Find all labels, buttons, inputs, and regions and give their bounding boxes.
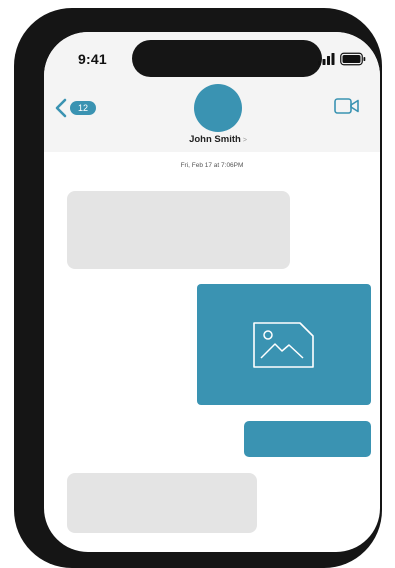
video-camera-icon[interactable] — [334, 97, 360, 115]
dynamic-island — [132, 40, 322, 77]
outgoing-message-bubble[interactable] — [244, 421, 371, 457]
image-icon — [253, 322, 314, 368]
phone-frame: 9:41 12 John Smith > Fri, Feb 17 at 7:06… — [14, 8, 382, 568]
status-time: 9:41 — [78, 51, 107, 67]
battery-icon — [340, 52, 366, 66]
contact-name-button[interactable]: John Smith > — [154, 134, 282, 148]
signal-icon — [318, 53, 335, 65]
status-icons — [318, 52, 370, 66]
chevron-left-icon — [55, 98, 67, 118]
incoming-message-bubble[interactable] — [67, 473, 257, 533]
message-timestamp: Fri, Feb 17 at 7:06PM — [180, 162, 244, 169]
avatar[interactable] — [194, 84, 242, 132]
back-button[interactable]: 12 — [54, 98, 104, 120]
phone-screen: 9:41 12 John Smith > Fri, Feb 17 at 7:06… — [44, 32, 380, 552]
incoming-message-bubble[interactable] — [67, 191, 290, 269]
unread-count-badge: 12 — [70, 101, 96, 115]
outgoing-image-message[interactable] — [197, 284, 371, 405]
chevron-right-icon: > — [242, 137, 247, 144]
contact-name: John Smith — [189, 134, 241, 145]
